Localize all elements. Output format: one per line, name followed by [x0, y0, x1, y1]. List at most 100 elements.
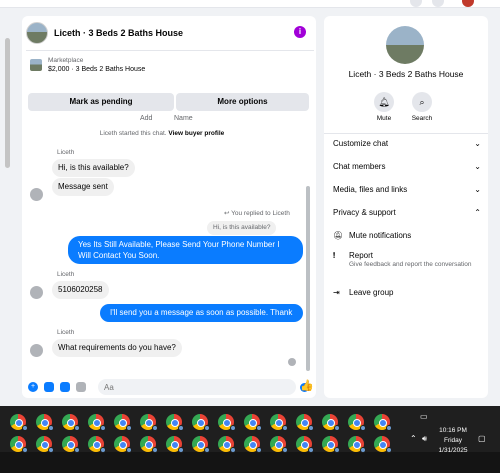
leave-icon: ⇥ [333, 288, 340, 297]
profile-badge-icon [308, 447, 314, 453]
chrome-profile-icon[interactable] [114, 414, 132, 431]
network-icon[interactable]: ▭ [420, 412, 428, 421]
profile-badge-icon [126, 425, 132, 431]
section-privacy-support[interactable]: Privacy & support ⌃ [333, 208, 481, 217]
message-bubble-status[interactable]: Message sent [52, 178, 114, 196]
chrome-profile-icon[interactable] [218, 436, 236, 453]
chevron-up-icon[interactable]: ⌃ [410, 434, 417, 443]
seen-indicator [288, 358, 296, 366]
image-icon[interactable] [44, 382, 54, 392]
menu-icon[interactable] [432, 0, 444, 7]
chrome-profile-icon[interactable] [270, 414, 288, 431]
chrome-profile-icon[interactable] [192, 414, 210, 431]
sender-avatar[interactable] [30, 344, 43, 357]
info-icon[interactable]: i [294, 26, 306, 38]
chrome-profile-icon[interactable] [62, 436, 80, 453]
speaker-icon[interactable]: 🔊︎ [422, 434, 427, 444]
chrome-profile-icon[interactable] [166, 414, 184, 431]
profile-icon[interactable] [410, 0, 422, 7]
chrome-profile-icon[interactable] [10, 436, 28, 453]
profile-badge-icon [48, 447, 54, 453]
chrome-profile-icon[interactable] [140, 436, 158, 453]
mute-icon: 🔕︎ [333, 231, 344, 240]
chat-avatar[interactable] [26, 22, 48, 44]
page-scrollbar[interactable] [0, 8, 14, 406]
chrome-profile-icon[interactable] [36, 414, 54, 431]
section-label: Media, files and links [333, 185, 408, 194]
chrome-profile-icon[interactable] [374, 414, 392, 431]
chrome-profile-icon[interactable] [348, 436, 366, 453]
chat-header[interactable]: Liceth · 3 Beds 2 Baths House [26, 18, 206, 48]
item-label: Report [349, 251, 374, 260]
chrome-profile-icon[interactable] [348, 414, 366, 431]
chrome-profile-icon[interactable] [88, 414, 106, 431]
chrome-profile-icon[interactable] [62, 414, 80, 431]
chrome-profile-icon[interactable] [296, 436, 314, 453]
sender-avatar[interactable] [30, 286, 43, 299]
chrome-profile-icon[interactable] [114, 436, 132, 453]
profile-badge-icon [100, 425, 106, 431]
chrome-profile-icon[interactable] [322, 414, 340, 431]
message-bubble-incoming[interactable]: What requirements do you have? [52, 339, 182, 357]
section-chat-members[interactable]: Chat members ⌄ [333, 162, 481, 171]
report-item[interactable]: ❗︎ Report Give feedback and report the c… [333, 251, 483, 269]
section-customize-chat[interactable]: Customize chat ⌄ [333, 139, 481, 148]
chrome-profile-icon[interactable] [192, 436, 210, 453]
chrome-profile-icon[interactable] [166, 436, 184, 453]
conversation-avatar[interactable] [386, 26, 424, 64]
profile-badge-icon [22, 447, 28, 453]
mark-pending-button[interactable]: Mark as pending [28, 93, 174, 111]
view-buyer-profile-link[interactable]: View buyer profile [168, 130, 224, 137]
profile-badge-icon [152, 425, 158, 431]
message-input[interactable] [98, 379, 296, 395]
sticker-icon[interactable] [60, 382, 70, 392]
quoted-message[interactable]: Hi, is this available? [207, 221, 277, 235]
chrome-profile-icon[interactable] [36, 436, 54, 453]
chrome-profile-icon[interactable] [244, 436, 262, 453]
message-bubble-outgoing[interactable]: I'll send you a message as soon as possi… [100, 304, 303, 329]
chrome-profile-icon[interactable] [270, 436, 288, 453]
chrome-profile-icon[interactable] [374, 436, 392, 453]
chrome-profile-icon[interactable] [296, 414, 314, 431]
profile-badge-icon [178, 447, 184, 453]
clock-time: 10:16 PM [439, 427, 467, 434]
profile-badge-icon [126, 447, 132, 453]
profile-badge-icon [178, 425, 184, 431]
chat-scrollbar[interactable] [306, 186, 310, 371]
cut-off-label: Add [140, 115, 153, 122]
message-bubble-outgoing[interactable]: Yes Its Still Available, Please Send You… [68, 236, 303, 264]
chrome-profile-icon[interactable] [244, 414, 262, 431]
chat-started-note: Liceth started this chat. View buyer pro… [22, 130, 302, 137]
message-bubble-incoming[interactable]: Hi, is this available? [52, 159, 135, 177]
profile-badge-icon [386, 425, 392, 431]
chrome-profile-icon[interactable] [88, 436, 106, 453]
gif-icon[interactable] [76, 382, 86, 392]
alert-icon: ❗︎ [333, 251, 336, 260]
chrome-profile-icon[interactable] [322, 436, 340, 453]
notification-center-icon[interactable]: ▢ [478, 434, 486, 443]
mute-notifications-item[interactable]: 🔕︎ Mute notifications [333, 231, 483, 240]
sender-avatar[interactable] [30, 188, 43, 201]
search-button[interactable]: ⌕ Search [402, 92, 442, 122]
mute-button[interactable]: 🔔︎ Mute [364, 92, 404, 122]
item-label: Mute notifications [349, 231, 412, 240]
scrollbar-thumb[interactable] [5, 38, 10, 168]
chrome-profile-icon[interactable] [218, 414, 236, 431]
profile-badge-icon [204, 425, 210, 431]
plus-icon[interactable]: + [28, 382, 38, 392]
profile-badge-icon [282, 425, 288, 431]
conversation-info-panel: Liceth · 3 Beds 2 Baths House 🔔︎ Mute ⌕ … [324, 16, 488, 398]
chrome-profile-icon[interactable] [10, 414, 28, 431]
profile-badge-icon [22, 425, 28, 431]
section-media-files-links[interactable]: Media, files and links ⌄ [333, 185, 481, 194]
profile-badge-icon [360, 447, 366, 453]
notification-icon[interactable] [462, 0, 474, 7]
more-options-button[interactable]: More options [176, 93, 309, 111]
chrome-profile-icon[interactable] [140, 414, 158, 431]
message-bubble-incoming[interactable]: 5106020258 [52, 281, 109, 299]
listing-card[interactable]: Marketplace $2,000 · 3 Beds 2 Baths Hous… [26, 50, 314, 90]
clock-day: Friday [443, 437, 463, 444]
like-icon[interactable]: 👍 [300, 381, 314, 392]
leave-group-item[interactable]: ⇥ Leave group [333, 288, 483, 297]
chat-title[interactable]: Liceth · 3 Beds 2 Baths House [54, 28, 183, 38]
